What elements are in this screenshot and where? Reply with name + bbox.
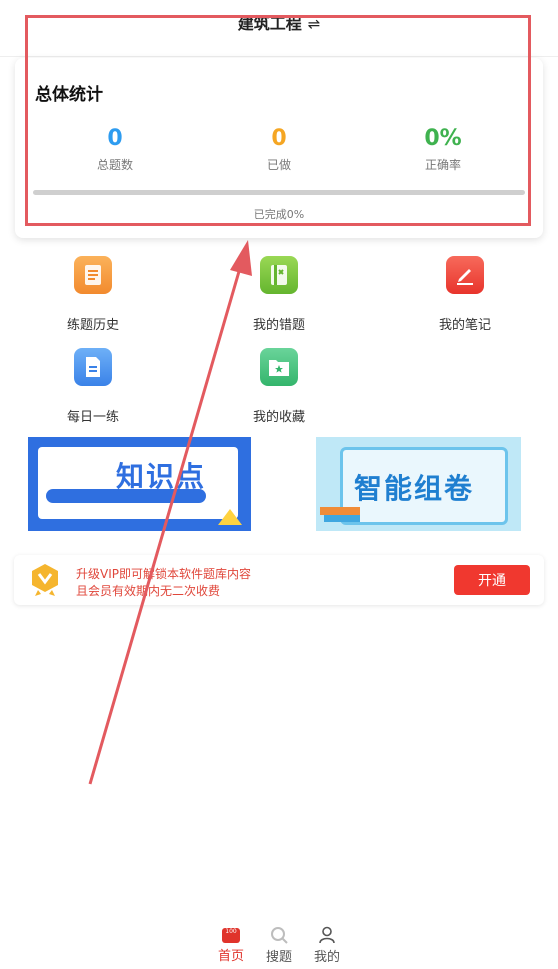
tab-search-question[interactable]: 搜题: [259, 925, 299, 965]
bottom-tab-bar: 100 首页 搜题 我的: [0, 925, 558, 969]
home-icon: 100: [222, 928, 240, 943]
tab-home[interactable]: 100 首页: [211, 925, 251, 964]
tab-search-question-label: 搜题: [265, 950, 292, 965]
search-question-icon: [270, 926, 288, 944]
annotation-arrow: [88, 240, 252, 785]
user-icon: [318, 926, 336, 944]
tab-home-label: 首页: [217, 949, 244, 964]
tab-mine[interactable]: 我的: [307, 925, 347, 965]
tab-mine-label: 我的: [313, 950, 340, 965]
